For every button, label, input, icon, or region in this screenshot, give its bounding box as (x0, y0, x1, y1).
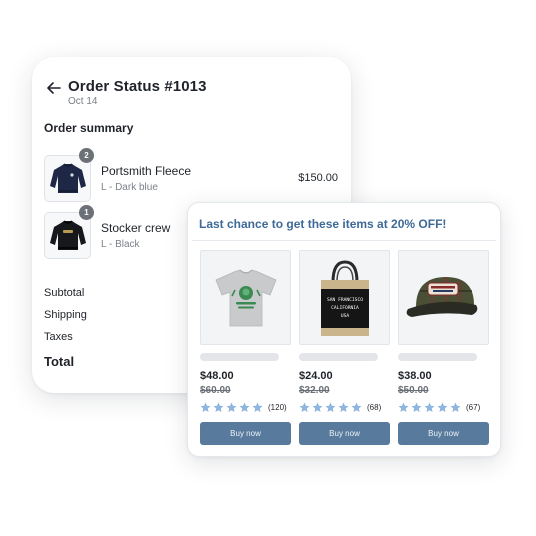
black-sweater-icon (49, 219, 86, 250)
subtotal-label: Subtotal (44, 287, 85, 299)
star-rating: (120) (200, 401, 291, 413)
original-price: $60.00 (200, 385, 231, 396)
upsell-card: Last chance to get these items at 20% OF… (187, 202, 501, 457)
product-card: SAN FRANCISCO CALIFORNIA USA $24.00 $32.… (299, 250, 390, 445)
shipping-label: Shipping (44, 309, 87, 321)
buy-now-button[interactable]: Buy now (200, 422, 291, 445)
svg-text:USA: USA (340, 313, 349, 319)
star-icon (338, 402, 349, 412)
star-rating: (67) (398, 401, 489, 413)
product-card: $48.00 $60.00 (120) Buy now (200, 250, 291, 445)
line-item: 2 Portsmith Fleece L - Dark blue $150.00 (44, 148, 340, 203)
loading-placeholder (398, 353, 477, 361)
product-image (398, 250, 489, 345)
star-icon (424, 402, 435, 412)
star-rating: (68) (299, 401, 390, 413)
divider (192, 240, 496, 241)
rating-stars (299, 402, 362, 413)
rating-stars (200, 402, 263, 413)
order-summary-heading: Order summary (44, 121, 134, 135)
star-icon (450, 402, 461, 412)
star-icon (312, 402, 323, 412)
product-card: $38.00 $50.00 (67) Buy now (398, 250, 489, 445)
star-icon (437, 402, 448, 412)
product-image: SAN FRANCISCO CALIFORNIA USA (299, 250, 390, 345)
trucker-hat-icon (406, 276, 477, 317)
order-title: Order Status #1013 (68, 78, 207, 95)
item-name: Stocker crew (101, 221, 171, 235)
star-icon (325, 402, 336, 412)
product-price: $24.00 (299, 370, 333, 382)
star-icon (252, 402, 263, 412)
rating-stars (398, 402, 461, 413)
item-variant: L - Black (101, 239, 140, 250)
star-icon (200, 402, 211, 412)
loading-placeholder (200, 353, 279, 361)
tote-bag-icon: SAN FRANCISCO CALIFORNIA USA (320, 259, 369, 336)
tshirt-icon (214, 269, 277, 326)
order-date: Oct 14 (68, 96, 98, 107)
original-price: $50.00 (398, 385, 429, 396)
item-name: Portsmith Fleece (101, 164, 192, 178)
quantity-badge: 1 (79, 205, 94, 220)
review-count: (68) (367, 402, 382, 412)
star-icon (351, 402, 362, 412)
upsell-header: Last chance to get these items at 20% OF… (199, 217, 447, 231)
taxes-label: Taxes (44, 331, 73, 343)
star-icon (239, 402, 250, 412)
item-price: $150.00 (298, 172, 338, 184)
total-label: Total (44, 354, 75, 369)
buy-now-button[interactable]: Buy now (299, 422, 390, 445)
buy-now-button[interactable]: Buy now (398, 422, 489, 445)
star-icon (411, 402, 422, 412)
back-arrow-icon[interactable] (45, 79, 63, 97)
review-count: (67) (466, 402, 481, 412)
product-price: $38.00 (398, 370, 432, 382)
loading-placeholder (299, 353, 378, 361)
review-count: (120) (268, 402, 287, 412)
original-price: $32.00 (299, 385, 330, 396)
star-icon (213, 402, 224, 412)
item-variant: L - Dark blue (101, 182, 158, 193)
svg-text:CALIFORNIA: CALIFORNIA (331, 305, 359, 311)
navy-sweater-icon (49, 162, 86, 193)
star-icon (226, 402, 237, 412)
quantity-badge: 2 (79, 148, 94, 163)
product-image (200, 250, 291, 345)
svg-text:SAN FRANCISCO: SAN FRANCISCO (327, 297, 363, 303)
star-icon (398, 402, 409, 412)
star-icon (299, 402, 310, 412)
product-price: $48.00 (200, 370, 234, 382)
